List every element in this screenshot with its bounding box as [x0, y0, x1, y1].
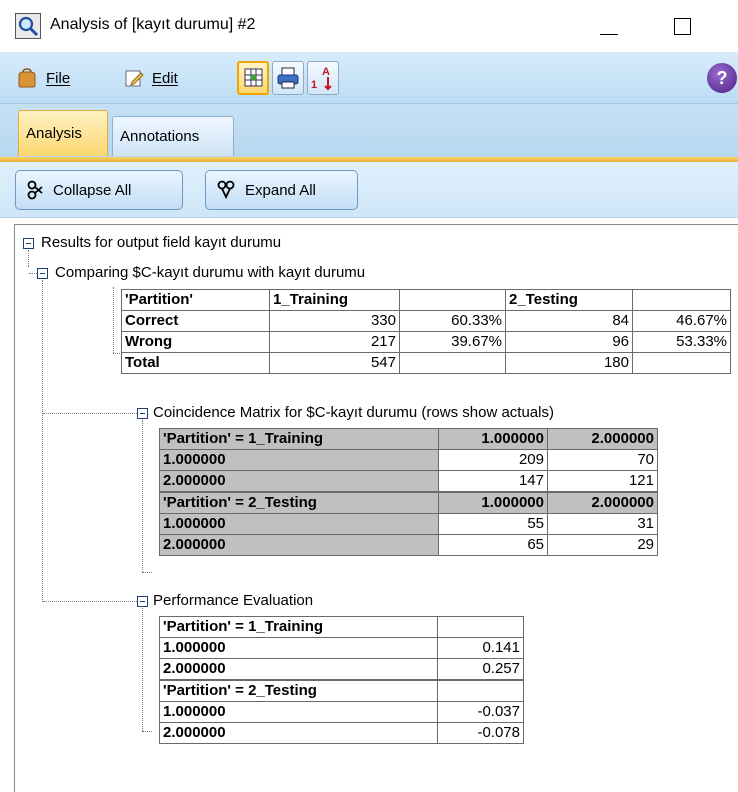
file-bag-icon — [18, 68, 36, 88]
coincidence-matrix-table: 'Partition' = 1_Training 1.000000 2.0000… — [159, 428, 658, 556]
table-row: 1.000000 -0.037 — [159, 701, 524, 723]
action-bar: Collapse All Expand All — [0, 162, 738, 218]
table-header: 2.000000 — [547, 428, 658, 450]
svg-text:A: A — [322, 66, 330, 78]
table-export-icon — [244, 68, 263, 87]
table-row: 2.000000 -0.078 — [159, 722, 524, 744]
table-row: 1.000000 209 70 — [159, 449, 658, 471]
table-header: 1.000000 — [438, 428, 548, 450]
tree-connector — [42, 280, 43, 602]
tab-underline — [0, 157, 738, 162]
table-row: 'Partition' = 2_Testing — [159, 679, 524, 702]
collapse-toggle-icon[interactable] — [23, 238, 34, 249]
table-header — [632, 289, 731, 311]
table-row: 2.000000 65 29 — [159, 534, 658, 556]
table-row: 1.000000 55 31 — [159, 513, 658, 535]
table-row: Wrong 217 39.67% 96 53.33% — [121, 331, 731, 353]
coincidence-matrix-heading: Coincidence Matrix for $C-kayıt durumu (… — [153, 404, 554, 421]
window-title: Analysis of [kayıt durumu] #2 — [50, 16, 256, 33]
printer-icon — [277, 67, 299, 89]
export-table-button[interactable] — [237, 61, 269, 95]
help-button[interactable]: ? — [707, 63, 737, 93]
performance-evaluation-heading: Performance Evaluation — [153, 592, 314, 609]
collapse-toggle-icon[interactable] — [37, 268, 48, 279]
table-header: 'Partition' — [121, 289, 270, 311]
magnifier-icon — [15, 13, 41, 39]
comparison-table: 'Partition' 1_Training 2_Testing Correct… — [121, 289, 731, 374]
sort-az-icon: A 1 — [311, 66, 332, 91]
table-row: 'Partition' = 2_Testing 1.000000 2.00000… — [159, 491, 658, 514]
expand-icon — [217, 180, 235, 200]
table-header: 'Partition' = 1_Training — [159, 616, 438, 638]
table-header — [437, 616, 524, 638]
collapse-all-label: Collapse All — [53, 181, 132, 199]
table-row: 2.000000 147 121 — [159, 470, 658, 493]
edit-menu-label: Edit — [152, 69, 178, 87]
tree-connector — [28, 250, 29, 266]
table-header: 2_Testing — [505, 289, 633, 311]
table-row: 2.000000 0.257 — [159, 658, 524, 681]
print-button[interactable] — [272, 61, 304, 95]
help-icon: ? — [716, 68, 728, 88]
table-row: 1.000000 0.141 — [159, 637, 524, 659]
expand-all-label: Expand All — [245, 181, 316, 199]
edit-pencil-icon — [125, 70, 144, 87]
collapse-all-button[interactable]: Collapse All — [15, 170, 183, 210]
tab-analysis[interactable]: Analysis — [18, 110, 108, 156]
maximize-button[interactable] — [668, 13, 694, 39]
file-menu-label: File — [46, 69, 71, 87]
analysis-output: Results for output field kayıt durumu Co… — [14, 224, 738, 792]
table-row: Total 547 180 — [121, 352, 731, 374]
expand-all-button[interactable]: Expand All — [205, 170, 358, 210]
edit-menu[interactable]: Edit — [124, 64, 178, 92]
comparing-heading: Comparing $C-kayıt durumu with kayıt dur… — [55, 264, 366, 281]
sort-button[interactable]: A 1 — [307, 61, 339, 95]
svg-text:1: 1 — [311, 79, 317, 91]
tab-annotations-label: Annotations — [120, 128, 200, 145]
collapse-icon — [27, 180, 43, 200]
toolbar: File Edit A 1 ? — [0, 52, 738, 104]
table-header — [399, 289, 506, 311]
tab-annotations[interactable]: Annotations — [112, 116, 234, 156]
table-header: 'Partition' = 1_Training — [159, 428, 439, 450]
tab-analysis-label: Analysis — [26, 125, 82, 142]
title-bar: Analysis of [kayıt durumu] #2 — [0, 0, 738, 52]
minimize-button[interactable] — [596, 13, 622, 39]
results-heading: Results for output field kayıt durumu — [41, 234, 282, 251]
table-row: Correct 330 60.33% 84 46.67% — [121, 310, 731, 332]
table-header: 1_Training — [269, 289, 400, 311]
tab-strip: Analysis Annotations — [0, 104, 738, 162]
file-menu[interactable]: File — [16, 64, 70, 92]
performance-evaluation-table: 'Partition' = 1_Training 1.000000 0.141 … — [159, 616, 524, 744]
